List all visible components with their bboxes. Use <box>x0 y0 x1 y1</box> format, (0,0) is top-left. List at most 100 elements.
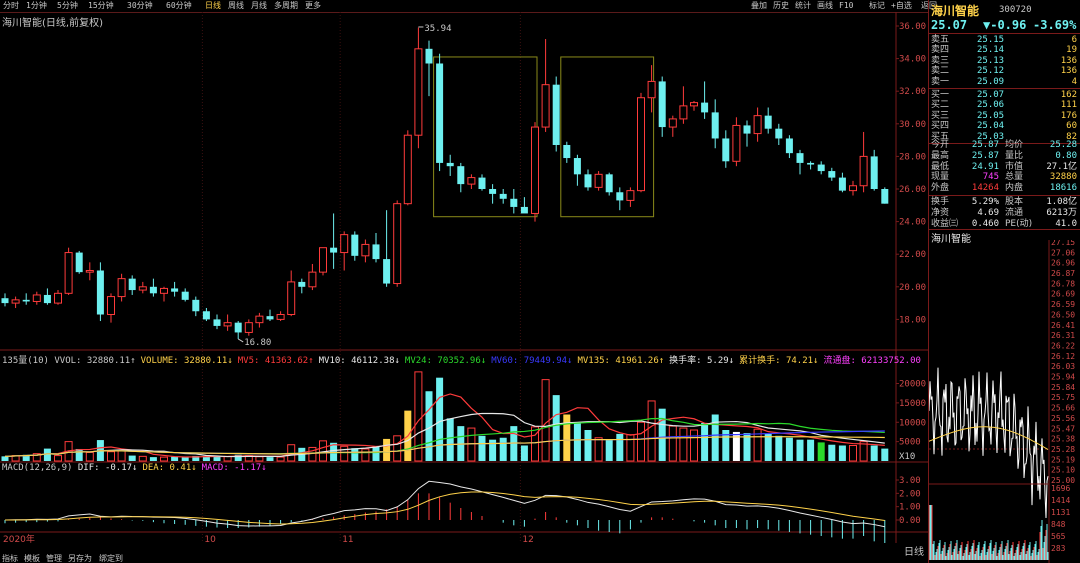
candle-body-up <box>393 203 402 285</box>
indicator-value: DEA: 0.41↓ <box>142 463 197 473</box>
stat-row: 外盘 14264 内盘 18616 <box>929 183 1079 193</box>
stat-value: 32880 <box>1049 172 1077 183</box>
volume-bar <box>361 448 370 462</box>
candle-body-up <box>414 48 423 136</box>
toolbar-action-button[interactable]: 标记 <box>869 1 885 11</box>
candlestick-series <box>1 27 889 339</box>
stat-value: 14264 <box>971 183 999 194</box>
toolbar-action-button[interactable]: +自选 <box>891 1 912 11</box>
stat-label: 市值 <box>1005 161 1024 172</box>
candle-body-down <box>171 288 179 292</box>
candle-body-down <box>785 138 793 154</box>
volume-bar <box>43 448 51 461</box>
volume-bar <box>881 448 889 461</box>
volume-bar <box>828 444 836 461</box>
intraday-price-label: 25.94 <box>1051 373 1075 382</box>
volume-bar <box>605 439 613 461</box>
volume-ma-line <box>4 430 885 457</box>
divider <box>929 33 1080 34</box>
candle-body-down <box>298 281 306 287</box>
order-level-label: 卖二 <box>931 66 950 77</box>
order-price: 25.13 <box>977 55 1005 66</box>
candle-body-down <box>817 164 825 172</box>
stat-value: 0.460 <box>971 218 999 229</box>
candle-body-up <box>732 124 741 162</box>
candle-body-down <box>96 270 104 315</box>
toolbar-action-button[interactable]: 叠加 <box>751 1 767 11</box>
period-tab[interactable]: 60分钟 <box>166 1 192 11</box>
intraday-price-label: 26.03 <box>1051 362 1075 371</box>
period-tab[interactable]: 周线 <box>228 1 244 11</box>
period-tab[interactable]: 5分钟 <box>57 1 78 11</box>
volume-bar <box>626 434 635 462</box>
volume-bar <box>764 433 772 461</box>
period-tab[interactable]: 日线 <box>205 1 221 11</box>
candle-body-down <box>202 311 210 320</box>
candle-body-down <box>43 294 51 304</box>
stat-row: 换手 5.29% 股本 1.08亿 <box>929 197 1079 207</box>
volume-bar <box>732 431 740 461</box>
period-tab[interactable]: 分时 <box>3 1 19 11</box>
candle-body-up <box>594 173 603 188</box>
intraday-chart[interactable]: 27.1527.06 26.9626.8726.78 26.6926.5926.50… <box>929 240 1080 563</box>
period-tab[interactable]: 15分钟 <box>88 1 114 11</box>
price-tick-label: 24.00 <box>899 218 926 228</box>
indicator-value: MV24: 70352.96↓ <box>404 356 487 366</box>
candle-body-down <box>149 286 157 294</box>
period-tab[interactable]: 1分钟 <box>26 1 47 11</box>
indicator-tab[interactable]: 另存为 <box>68 554 92 563</box>
intraday-volume-label: 283 <box>1051 544 1066 553</box>
order-book-row: 卖三 25.13 136 <box>929 56 1079 66</box>
toolbar-action-button[interactable]: F10 <box>839 1 853 11</box>
toolbar-action-button[interactable]: 统计 <box>795 1 811 11</box>
indicator-tab[interactable]: 指标 <box>2 554 18 563</box>
candle-body-up <box>361 243 370 257</box>
candle-body-up <box>255 315 264 324</box>
order-book-row: 卖二 25.12 136 <box>929 66 1079 76</box>
indicator-tab[interactable]: 模板 <box>24 554 40 563</box>
intraday-volume-label: 1696 <box>1051 484 1070 493</box>
indicator-tab[interactable]: 管理 <box>46 554 62 563</box>
chart-title: 海川智能(日线,前复权) <box>2 18 103 29</box>
candle-body-down <box>658 81 666 128</box>
divider <box>929 88 1080 89</box>
order-volume: 136 <box>1060 55 1077 66</box>
period-tab[interactable]: 30分钟 <box>127 1 153 11</box>
macd-tick-label: 2.00 <box>899 489 921 499</box>
candle-body-up <box>85 270 94 273</box>
stat-value: 5.29% <box>971 197 999 207</box>
indicator-value: MV10: 46112.38↓ <box>318 356 400 366</box>
volume-ma-line <box>4 436 885 457</box>
candle-body-up <box>340 234 349 254</box>
period-indicator[interactable]: 日线 <box>904 543 924 558</box>
toolbar-action-button[interactable]: 画线 <box>817 1 833 11</box>
period-tab[interactable]: 月线 <box>251 1 267 11</box>
intraday-price-label: 25.38 <box>1051 435 1075 444</box>
candle-body-up <box>637 97 645 192</box>
toolbar-action-button[interactable]: 历史 <box>773 1 789 11</box>
volume-bar <box>785 437 793 461</box>
period-tab[interactable]: 多周期 <box>274 1 298 11</box>
intraday-volume-label: 1131 <box>1051 508 1070 517</box>
volume-bar <box>701 423 709 461</box>
stat-label: 均价 <box>1005 140 1024 150</box>
candle-body-down <box>181 291 189 300</box>
candle-body-down <box>563 144 571 159</box>
candle-body-down <box>478 177 486 189</box>
candle-body-up <box>668 118 677 128</box>
period-tab[interactable]: 更多 <box>305 1 321 11</box>
volume-bar <box>467 427 476 462</box>
indicator-tab[interactable]: 绑定到 <box>99 554 123 563</box>
candle-body-down <box>701 102 709 113</box>
indicator-value: MV60: 79449.94↓ <box>491 356 573 366</box>
macd-tick-label: 1.00 <box>899 503 921 513</box>
volume-bar <box>75 448 83 461</box>
indicator-value: 流通盘: 62133752.00 <box>823 356 921 366</box>
candle-body-up <box>626 190 635 201</box>
volume-bar <box>552 395 560 461</box>
order-price: 25.09 <box>977 76 1005 87</box>
candle-body-up <box>679 105 688 120</box>
candle-body-down <box>234 322 242 333</box>
indicator-value: 换手率: 5.29↓ <box>669 356 735 366</box>
candle-body-up <box>138 286 147 291</box>
